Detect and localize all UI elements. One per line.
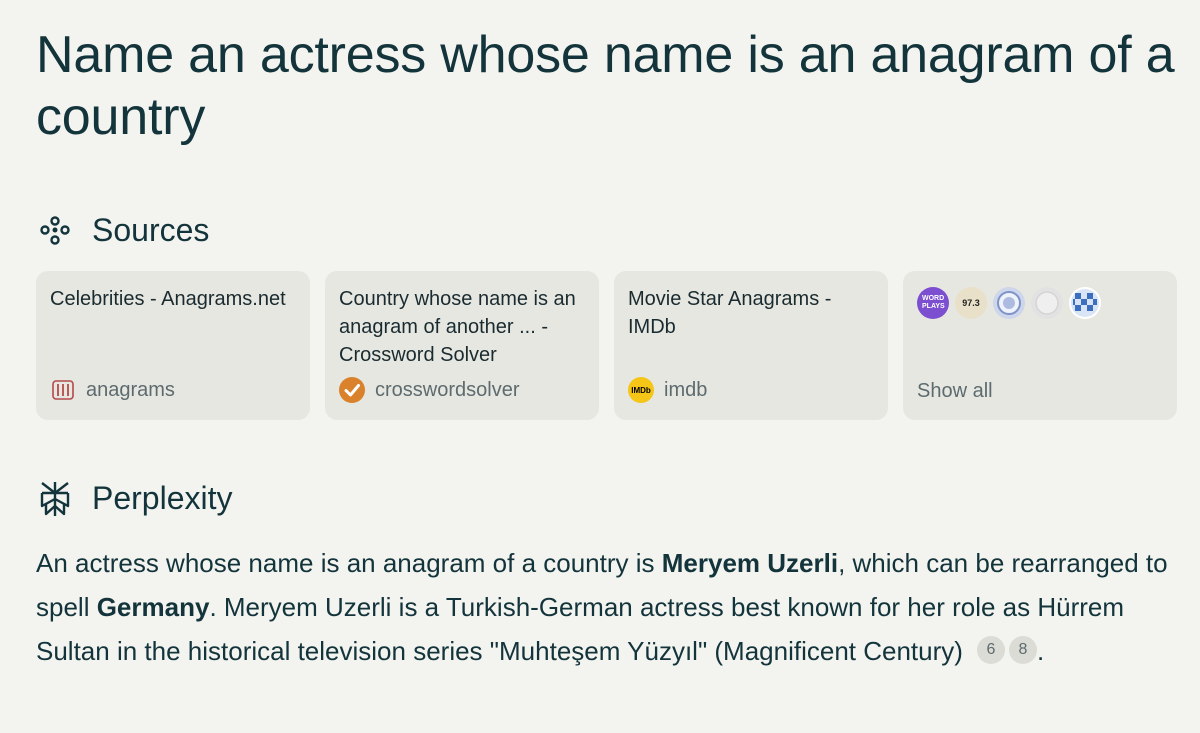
source-card-domain: crosswordsolver (375, 378, 520, 401)
imdb-badge-text: IMDb (631, 385, 651, 395)
query-title: Name an actress whose name is an anagram… (36, 26, 1175, 146)
sources-header: Sources (38, 212, 209, 249)
show-all-link[interactable]: Show all (917, 380, 993, 403)
source-card-title: Country whose name is an anagram of anot… (339, 288, 576, 366)
source-card-anagrams[interactable]: Celebrities - Anagrams.net anagrams (36, 271, 310, 420)
blank-favicon-icon (1031, 287, 1063, 319)
show-all-card[interactable]: WORD PLAYS 97.3 Show all (903, 271, 1177, 420)
source-card-title: Movie Star Anagrams - IMDb (628, 288, 832, 338)
globe-favicon-icon (993, 287, 1025, 319)
wordplays-text: WORD PLAYS (922, 295, 945, 310)
radio-text: 97.3 (962, 298, 980, 308)
answer-heading: Perplexity (92, 480, 233, 516)
perplexity-logo-icon (38, 481, 72, 516)
anagrams-favicon-icon (50, 377, 76, 403)
source-card-meta: IMDb imdb (628, 377, 707, 403)
source-cards: Celebrities - Anagrams.net anagrams Coun… (36, 271, 1177, 420)
imdb-favicon-icon: IMDb (628, 377, 654, 403)
sources-heading: Sources (92, 212, 210, 248)
sources-icon (38, 214, 72, 248)
page: Name an actress whose name is an anagram… (0, 0, 1200, 733)
source-card-imdb[interactable]: Movie Star Anagrams - IMDb IMDb imdb (614, 271, 888, 420)
answer-part-1: An actress whose name is an anagram of a… (36, 548, 662, 578)
more-favicons: WORD PLAYS 97.3 (917, 287, 1163, 319)
source-card-title: Celebrities - Anagrams.net (50, 288, 286, 310)
source-card-domain: imdb (664, 378, 708, 401)
answer-end: . (1036, 636, 1045, 666)
checker-favicon-icon (1069, 287, 1101, 319)
wordplays-favicon-icon: WORD PLAYS (917, 287, 949, 319)
source-card-meta: anagrams (50, 377, 175, 403)
answer-bold-country: Germany (96, 592, 210, 622)
source-card-domain: anagrams (86, 378, 175, 401)
source-card-crosswordsolver[interactable]: Country whose name is an anagram of anot… (325, 271, 599, 420)
answer-text: An actress whose name is an anagram of a… (36, 541, 1176, 673)
citation-badge[interactable]: 8 (1008, 636, 1037, 665)
source-card-meta: crosswordsolver (339, 377, 519, 403)
checkmark-favicon-icon (339, 377, 365, 403)
citation-badge[interactable]: 6 (976, 636, 1005, 665)
answer-header: Perplexity (38, 480, 233, 517)
answer-bold-actress: Meryem Uzerli (661, 548, 839, 578)
radio-favicon-icon: 97.3 (955, 287, 987, 319)
